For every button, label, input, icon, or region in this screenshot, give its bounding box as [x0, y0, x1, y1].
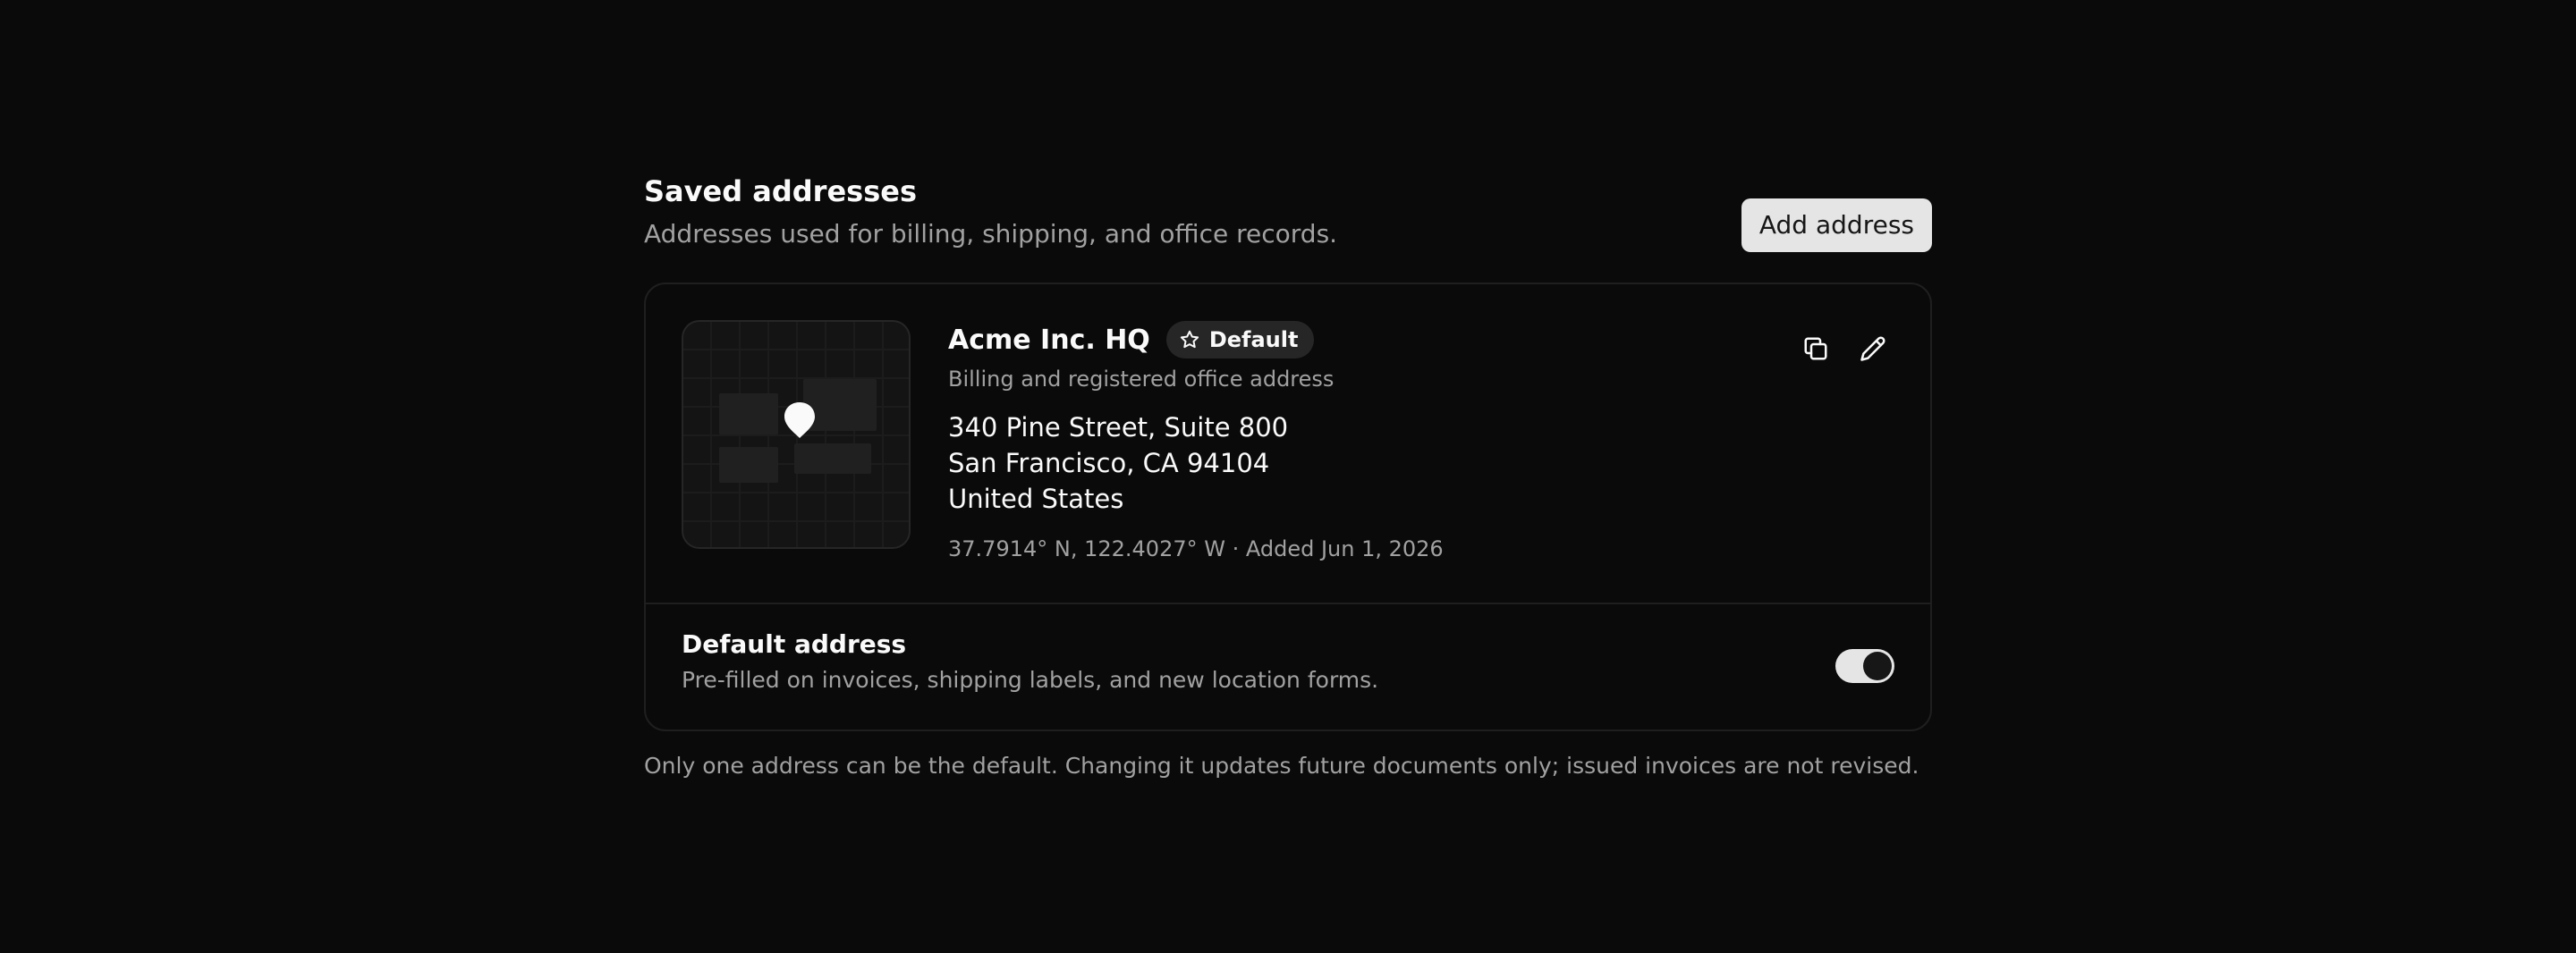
toggle-knob: [1863, 652, 1892, 680]
address-city: San Francisco, CA 94104: [948, 448, 1270, 478]
address-details: Acme Inc. HQ Default Billing and registe…: [948, 320, 1444, 561]
edit-address-button[interactable]: [1852, 327, 1894, 370]
copy-icon: [1804, 337, 1827, 360]
map-block: [719, 393, 778, 434]
map-block: [794, 443, 871, 474]
saved-addresses-section: Saved addresses Addresses used for billi…: [644, 170, 1932, 779]
default-address-title: Default address: [682, 629, 907, 659]
default-address-toggle[interactable]: [1835, 649, 1894, 683]
default-footnote: Only one address can be the default. Cha…: [644, 753, 1919, 779]
page-subtitle: Addresses used for billing, shipping, an…: [644, 219, 1338, 249]
map-thumbnail: [682, 320, 911, 549]
address-card: Acme Inc. HQ Default Billing and registe…: [644, 283, 1932, 731]
copy-address-button[interactable]: [1794, 327, 1837, 370]
address-country: United States: [948, 484, 1124, 514]
address-name: Acme Inc. HQ: [948, 324, 1150, 356]
card-divider: [646, 603, 1930, 604]
map-pin-icon: [784, 402, 815, 438]
address-description: Billing and registered office address: [948, 367, 1335, 392]
page-title: Saved addresses: [644, 174, 917, 208]
default-badge-label: Default: [1208, 327, 1299, 352]
address-meta: 37.7914° N, 122.4027° W · Added Jun 1, 2…: [948, 536, 1444, 561]
address-name-row: Acme Inc. HQ Default: [948, 320, 1444, 359]
add-address-button[interactable]: Add address: [1741, 198, 1932, 252]
default-address-description: Pre-filled on invoices, shipping labels,…: [682, 667, 1379, 693]
star-icon: [1180, 330, 1199, 349]
address-actions: [1780, 327, 1894, 370]
default-badge: Default: [1165, 321, 1315, 358]
section-header: Saved addresses Addresses used for billi…: [644, 170, 1932, 284]
pencil-icon: [1860, 336, 1885, 361]
map-block: [719, 447, 778, 483]
address-lines: 340 Pine Street, Suite 800 San Francisco…: [948, 409, 1444, 517]
address-street: 340 Pine Street, Suite 800: [948, 412, 1289, 443]
